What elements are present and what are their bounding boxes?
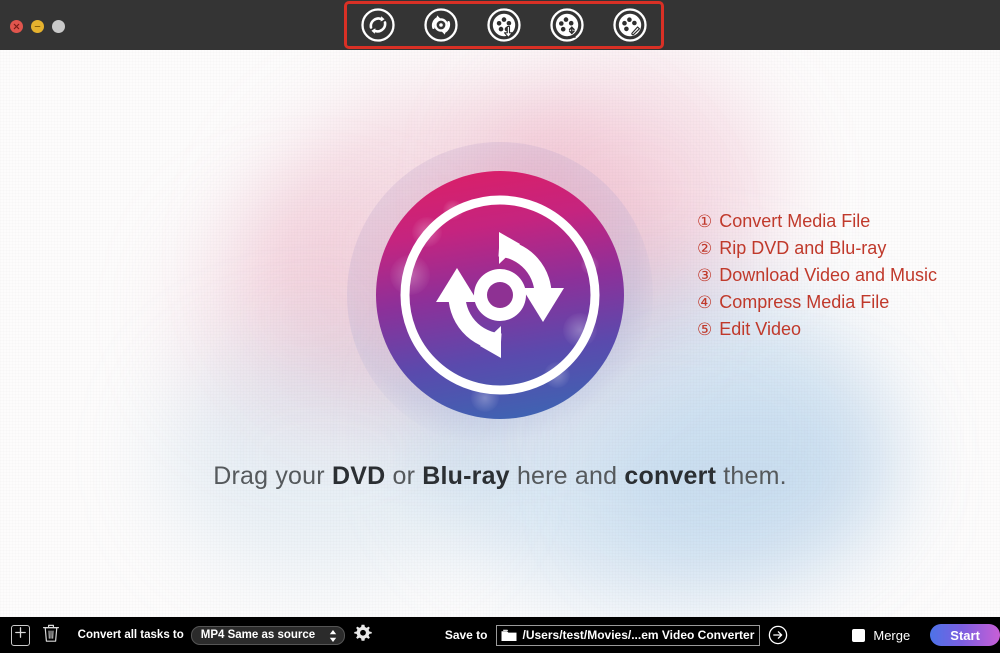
toolbar-button-download[interactable] <box>484 5 524 45</box>
minimize-button[interactable] <box>31 20 44 33</box>
legend-marker: ⑤ <box>697 320 713 339</box>
convert-cycle-logo <box>376 171 624 419</box>
edit-reel-icon <box>612 7 648 43</box>
merge-checkbox[interactable]: Merge <box>852 628 910 643</box>
feature-legend: ① Convert Media File ② Rip DVD and Blu-r… <box>697 208 977 343</box>
save-path-field[interactable]: /Users/test/Movies/...em Video Converter <box>495 624 761 646</box>
drop-hint-convert: convert <box>624 462 717 490</box>
title-bar <box>0 0 1000 50</box>
output-format-value: MP4 Same as source <box>200 629 316 641</box>
legend-label: Edit Video <box>719 319 801 339</box>
legend-item: ④ Compress Media File <box>697 289 977 316</box>
legend-marker: ② <box>697 239 713 258</box>
rip-disc-icon <box>423 7 459 43</box>
legend-item: ⑤ Edit Video <box>697 316 977 343</box>
drop-hint-part1: Drag your <box>213 462 332 490</box>
legend-marker: ③ <box>697 266 713 285</box>
output-format-select[interactable]: MP4 Same as source <box>190 625 345 645</box>
app-logo <box>347 142 653 448</box>
merge-label: Merge <box>873 627 911 643</box>
toolbar-button-rip-dvd[interactable] <box>421 5 461 45</box>
gear-icon <box>354 624 372 647</box>
legend-label: Convert Media File <box>719 211 871 231</box>
drop-hint-part3: here and <box>509 462 625 490</box>
close-button[interactable] <box>10 20 23 33</box>
convert-media-icon <box>360 7 396 43</box>
download-reel-icon <box>486 7 522 43</box>
zoom-button <box>52 20 65 33</box>
app-window: ① ② ③ ④ ⑤ <box>0 0 1000 653</box>
legend-label: Download Video and Music <box>719 265 938 285</box>
save-to-label: Save to <box>444 628 488 642</box>
convert-all-label: Convert all tasks to <box>77 629 184 641</box>
drop-hint-text: Drag your DVD or Blu-ray here and conver… <box>0 462 1000 491</box>
arrow-right-circle-icon <box>768 625 788 645</box>
plus-icon <box>14 626 27 644</box>
toolbar-button-convert[interactable] <box>358 5 398 45</box>
drop-hint-part2: or <box>385 462 423 490</box>
add-file-button[interactable] <box>11 624 30 646</box>
start-button[interactable]: Start <box>930 624 1000 646</box>
toolbar-button-edit[interactable] <box>610 5 650 45</box>
folder-icon <box>501 629 517 642</box>
open-folder-button[interactable] <box>768 625 788 645</box>
trash-icon <box>42 623 60 648</box>
legend-marker: ④ <box>697 293 713 312</box>
drop-hint-bluray: Blu-ray <box>422 462 510 490</box>
drop-hint-part4: them. <box>716 462 787 490</box>
legend-label: Rip DVD and Blu-ray <box>719 238 887 258</box>
settings-button[interactable] <box>354 624 372 647</box>
stepper-arrows-icon <box>329 629 337 643</box>
merge-checkbox-box <box>852 628 866 642</box>
legend-item: ① Convert Media File <box>697 208 977 235</box>
toolbar-button-compress[interactable] <box>547 5 587 45</box>
legend-marker: ① <box>697 212 713 231</box>
legend-item: ③ Download Video and Music <box>697 262 977 289</box>
legend-item: ② Rip DVD and Blu-ray <box>697 235 977 262</box>
delete-button[interactable] <box>41 624 61 646</box>
legend-label: Compress Media File <box>719 292 890 312</box>
bottom-toolbar: Convert all tasks to MP4 Same as source … <box>0 617 1000 653</box>
drop-hint-dvd: DVD <box>331 462 386 490</box>
save-path-value: /Users/test/Movies/...em Video Converter <box>522 628 755 642</box>
compress-reel-icon <box>549 7 585 43</box>
drop-area[interactable]: ① Convert Media File ② Rip DVD and Blu-r… <box>0 50 1000 617</box>
window-controls <box>10 20 65 33</box>
main-toolbar <box>347 4 661 46</box>
